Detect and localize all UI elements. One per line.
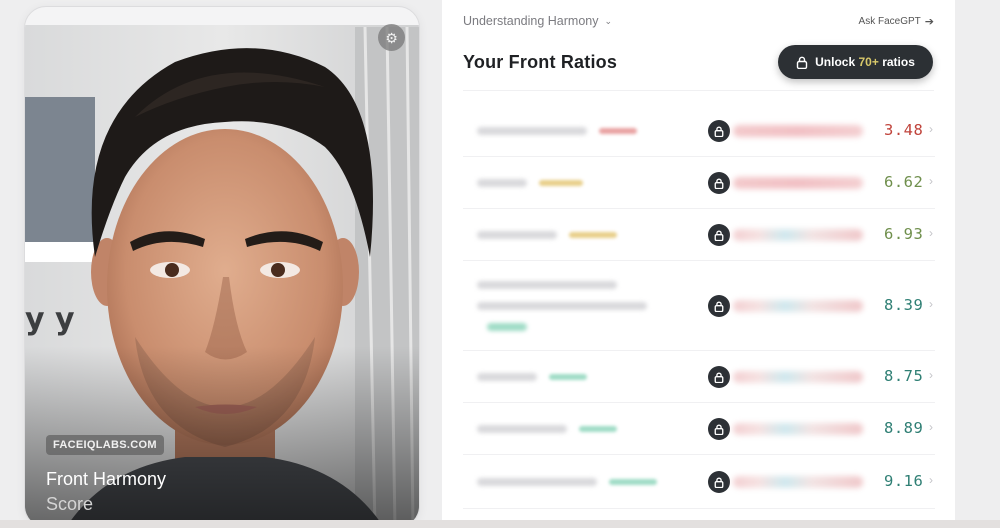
locked-ratio-name — [477, 478, 597, 486]
browser-bottom-strip — [0, 520, 1000, 528]
locked-ratio-name — [487, 323, 527, 331]
unlock-ratios-button[interactable]: Unlock 70+ ratios — [778, 45, 933, 79]
chevron-right-icon: › — [929, 297, 933, 311]
ratio-score: 9.16 — [884, 472, 924, 490]
ratios-list: 3.48 › 6.62 › 6.93 › 8.39 › 8.75 › 8.89 › 9.16 › — [463, 105, 935, 509]
lock-icon — [708, 366, 730, 388]
ratio-row[interactable]: 9.16 › — [463, 455, 935, 509]
ratio-score: 3.48 — [884, 121, 924, 139]
lock-icon — [708, 120, 730, 142]
chevron-right-icon: › — [929, 122, 933, 136]
ratio-score: 8.75 — [884, 367, 924, 385]
understanding-harmony-label: Understanding Harmony — [463, 14, 599, 28]
unlock-prefix: Unlock — [815, 55, 856, 69]
lock-icon — [708, 172, 730, 194]
locked-ratio-gauge — [733, 476, 863, 488]
locked-ratio-gauge — [733, 423, 863, 435]
ask-facegpt-link[interactable]: Ask FaceGPT ➔ — [859, 15, 934, 28]
ratio-score: 8.39 — [884, 296, 924, 314]
lock-icon — [796, 56, 808, 69]
locked-ratio-tag — [539, 180, 583, 186]
ratio-row[interactable]: 6.93 › — [463, 209, 935, 261]
chevron-right-icon: › — [929, 420, 933, 434]
photo-card: y y ⚙ FACEIQLABS.COM Front Harmony Score — [24, 6, 420, 528]
ratio-row[interactable]: 8.89 › — [463, 403, 935, 455]
chevron-down-icon: ⌄ — [604, 15, 613, 26]
arrow-right-icon: ➔ — [924, 16, 934, 28]
page-title: Your Front Ratios — [463, 52, 618, 72]
ask-facegpt-label: Ask FaceGPT — [858, 16, 921, 27]
divider — [463, 90, 934, 91]
locked-ratio-gauge — [733, 300, 863, 312]
ratios-panel: Understanding Harmony ⌄ Ask FaceGPT ➔ Yo… — [442, 0, 955, 528]
lock-icon — [708, 224, 730, 246]
brand-watermark: FACEIQLABS.COM — [46, 435, 164, 455]
locked-ratio-name — [477, 373, 537, 381]
chevron-right-icon: › — [929, 174, 933, 188]
unlock-count: 70+ — [858, 55, 879, 69]
ratio-score: 6.93 — [884, 225, 924, 243]
locked-ratio-gauge — [733, 371, 863, 383]
ratio-row[interactable]: 6.62 › — [463, 157, 935, 209]
ratio-row[interactable]: 8.39 › — [463, 261, 935, 351]
lock-icon — [708, 295, 730, 317]
lock-icon — [708, 418, 730, 440]
chevron-right-icon: › — [929, 473, 933, 487]
locked-ratio-name — [477, 281, 617, 289]
front-harmony-subtitle: Score — [46, 494, 94, 514]
locked-ratio-gauge — [733, 125, 863, 137]
chevron-right-icon: › — [929, 226, 933, 240]
locked-ratio-name — [477, 231, 557, 239]
locked-ratio-name — [477, 302, 647, 310]
chevron-right-icon: › — [929, 368, 933, 382]
gear-icon: ⚙ — [385, 29, 398, 46]
ratio-row[interactable]: 3.48 › — [463, 105, 935, 157]
unlock-suffix: ratios — [882, 55, 915, 69]
locked-ratio-tag — [599, 128, 637, 134]
panel-topbar: Understanding Harmony ⌄ Ask FaceGPT ➔ — [463, 14, 934, 32]
locked-ratio-gauge — [733, 229, 863, 241]
front-harmony-title: Front Harmony — [46, 469, 167, 489]
lock-icon — [708, 471, 730, 493]
locked-ratio-gauge — [733, 177, 863, 189]
locked-ratio-tag — [549, 374, 587, 380]
locked-ratio-name — [477, 127, 587, 135]
settings-button[interactable]: ⚙ — [378, 24, 405, 51]
locked-ratio-name — [477, 425, 567, 433]
ratio-row[interactable]: 8.75 › — [463, 351, 935, 403]
understanding-harmony-dropdown[interactable]: Understanding Harmony ⌄ — [463, 14, 612, 28]
ratio-score: 6.62 — [884, 173, 924, 191]
locked-ratio-name — [477, 179, 527, 187]
locked-ratio-tag — [609, 479, 657, 485]
locked-ratio-tag — [579, 426, 617, 432]
ratio-score: 8.89 — [884, 419, 924, 437]
locked-ratio-tag — [569, 232, 617, 238]
